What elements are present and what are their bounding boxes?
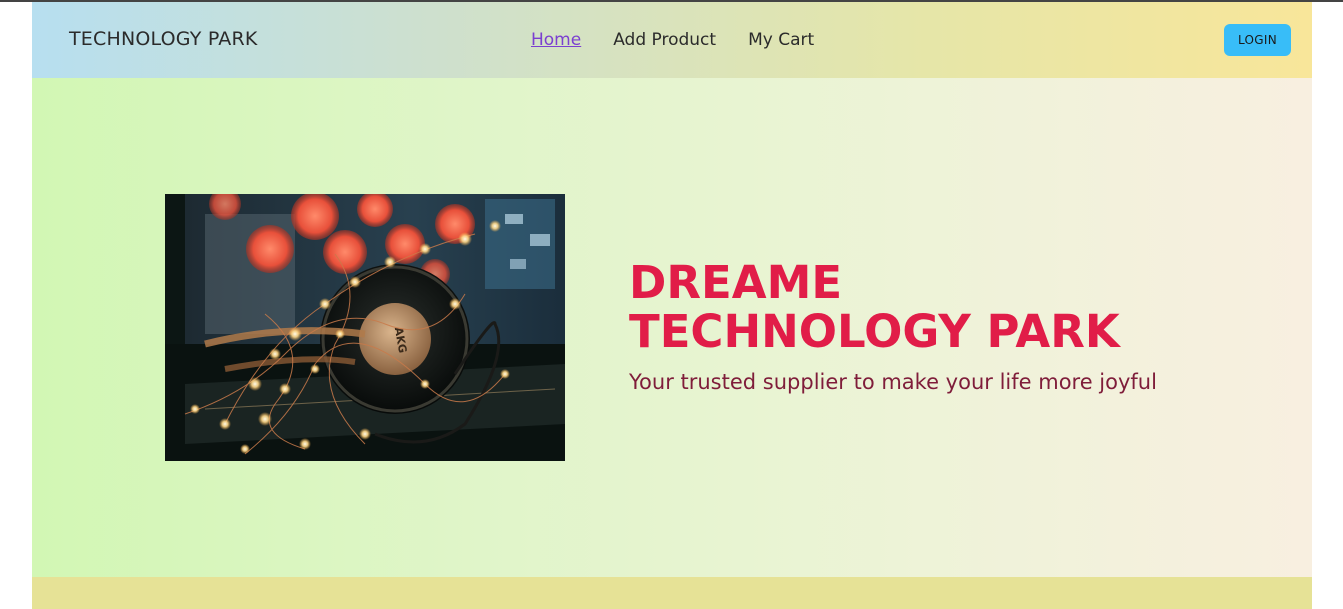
next-section-strip <box>32 577 1312 609</box>
hero-title-line2: TECHNOLOGY PARK <box>629 305 1120 358</box>
hero-image: AKG <box>165 194 565 461</box>
page-frame: TECHNOLOGY PARK Home Add Product My Cart… <box>32 2 1312 609</box>
headphones-photo-illustration: AKG <box>165 194 565 461</box>
brand-logo-text[interactable]: TECHNOLOGY PARK <box>69 28 258 50</box>
nav-links: Home Add Product My Cart <box>531 30 814 50</box>
hero-banner: AKG DREAME TECHNOLOGY PARK Your trusted … <box>32 78 1312 577</box>
navbar: TECHNOLOGY PARK Home Add Product My Cart… <box>32 2 1312 78</box>
login-button[interactable]: LOGIN <box>1224 24 1291 56</box>
nav-link-add-product[interactable]: Add Product <box>613 30 716 50</box>
hero-subtitle: Your trusted supplier to make your life … <box>629 370 1157 394</box>
hero-title-line1: DREAME <box>629 256 843 309</box>
nav-link-home[interactable]: Home <box>531 30 581 50</box>
hero-title: DREAME TECHNOLOGY PARK <box>629 258 1120 356</box>
nav-link-my-cart[interactable]: My Cart <box>748 30 814 50</box>
